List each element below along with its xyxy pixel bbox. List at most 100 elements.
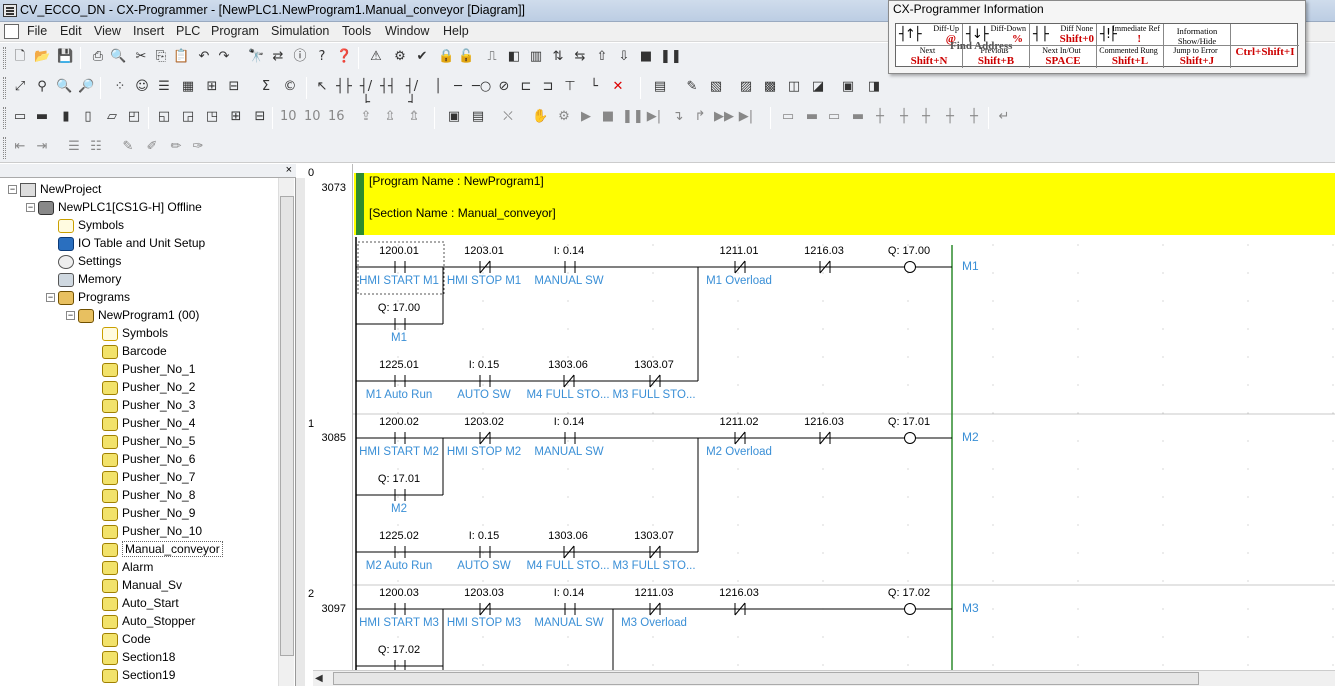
warning-icon[interactable]: ⚠ [368,49,384,65]
tree-item[interactable]: Pusher_No_4 [102,414,195,432]
tree-item[interactable]: Auto_Stopper [102,612,195,630]
menu-edit[interactable]: Edit [60,24,82,38]
ci-icon[interactable]: © [282,79,298,95]
download-icon[interactable]: ⇩ [616,49,632,65]
lock-icon[interactable]: 🔒 [438,49,454,65]
immediate-ref-cell[interactable]: ┤!├ Immediate Ref! [1097,24,1164,46]
zoom-icon[interactable]: ⚲ [34,79,50,95]
delete-line-icon[interactable]: ✕ [610,79,626,95]
coil-icon[interactable]: ─○ [472,79,491,95]
delete-col-icon[interactable]: ▬ [850,109,866,125]
stop-sim-icon[interactable]: ■ [600,109,616,125]
splitter[interactable] [296,178,305,686]
symbols-table-icon[interactable]: ⊞ [228,109,244,125]
radix-16-icon[interactable]: 16 [328,109,345,125]
tree-item[interactable]: Pusher_No_1 [102,360,195,378]
run-end-icon[interactable]: ▶| [738,109,754,125]
info-show-hide-cell[interactable]: Information Show/Hide [1164,24,1231,46]
tree-item[interactable]: Code [102,630,151,648]
online-icon[interactable]: ⎍ [484,49,500,65]
menu-program[interactable]: Program [211,24,259,38]
watch-window-icon[interactable]: ◰ [126,109,142,125]
collapse-icon[interactable]: − [46,293,55,302]
pause-icon[interactable]: ❚❚ [660,49,682,65]
window-alt-icon[interactable]: ▬ [34,109,50,125]
context-help-icon[interactable]: ❓ [336,49,352,65]
watch-icon[interactable]: ▤ [652,79,668,95]
step-run-icon[interactable]: ▶| [646,109,662,125]
scroll-left-icon[interactable]: ◀ [315,673,323,684]
tree-item[interactable]: Barcode [102,342,167,360]
seal-in-contact[interactable] [394,660,406,670]
force-icon[interactable]: ▣ [840,79,856,95]
network-d-icon[interactable]: ┼ [966,109,982,125]
network-alt-icon[interactable]: ┼ [896,109,912,125]
zoom-fit-icon[interactable]: ⤢ [12,79,28,95]
tree-item[interactable]: Manual_conveyor [102,540,223,558]
tree-item[interactable]: Symbols [102,324,168,342]
tree-item[interactable]: Section18 [102,648,175,666]
tree-scrollbar[interactable] [278,178,294,686]
comment-icon[interactable]: ☺ [134,79,150,95]
grid-icon[interactable]: ⁘ [112,79,128,95]
network-icon[interactable]: ┼ [872,109,888,125]
outdent-icon[interactable]: ⇥ [34,139,50,155]
tree-item[interactable]: Pusher_No_3 [102,396,195,414]
app-icon[interactable] [3,4,17,17]
stop-icon[interactable]: ■ [638,49,654,65]
tree-item[interactable]: Pusher_No_9 [102,504,195,522]
tree-item[interactable]: Pusher_No_8 [102,486,195,504]
insert-col-icon[interactable]: ▬ [804,109,820,125]
sim-icon[interactable]: ▣ [446,109,462,125]
help-icon[interactable]: ? [314,49,330,65]
contact-no-icon[interactable]: ┤├ [336,79,352,95]
sim-hand-icon[interactable]: ✋ [532,109,548,125]
undo-icon[interactable]: ↶ [196,49,212,65]
monitor-icon[interactable]: ◧ [506,49,522,65]
layout-alt-icon[interactable]: ▯ [80,109,96,125]
step-out-icon[interactable]: ↱ [692,109,708,125]
print-icon[interactable]: ⎙ [90,49,106,65]
document-icon[interactable] [4,24,19,39]
tree-item[interactable]: Settings [58,252,121,270]
redo-icon[interactable]: ↷ [216,49,232,65]
indent-icon[interactable]: ⇤ [12,139,28,155]
layout-icon[interactable]: ▮ [58,109,74,125]
hscroll-thumb[interactable] [333,672,1199,685]
output-coil[interactable] [904,261,916,273]
set-value-icon[interactable]: ◨ [866,79,882,95]
tree-item[interactable]: Manual_Sv [102,576,182,594]
menu-tools[interactable]: Tools [342,24,371,38]
radix-10s-icon[interactable]: 10 [304,109,321,125]
zoom-out-icon[interactable]: 🔎 [78,79,94,95]
cross-ref-icon[interactable]: ▧ [708,79,724,95]
network-c-icon[interactable]: ┼ [942,109,958,125]
rung-icon[interactable]: ⊤ [562,79,578,95]
cancel-edit-icon[interactable]: ▩ [762,79,778,95]
collapse-icon[interactable]: − [26,203,35,212]
tree-alt-icon[interactable]: ⊟ [226,79,242,95]
tree-item[interactable]: Pusher_No_10 [102,522,202,540]
menu-insert[interactable]: Insert [133,24,164,38]
pen-alt-icon[interactable]: ✐ [144,139,160,155]
menu-view[interactable]: View [94,24,121,38]
list-icon[interactable]: ☰ [156,79,172,95]
compile-icon[interactable]: ⚙ [392,49,408,65]
hline-icon[interactable]: ─ [450,79,466,95]
copy-icon[interactable]: ⎘ [153,49,169,65]
step-in-icon[interactable]: ↴ [670,109,686,125]
cut-icon[interactable]: ✂ [133,49,149,65]
close-icon[interactable]: × [286,164,292,176]
diff-none-cell[interactable]: ┤ ├ Diff None Shift+0 [1030,24,1097,46]
coil-nc-icon[interactable]: ⊘ [496,79,512,95]
edit-icon[interactable]: ✎ [684,79,700,95]
step-icon[interactable]: ⇪ [358,109,374,125]
tree-item[interactable]: Symbols [58,216,124,234]
save-icon[interactable]: 💾 [57,49,73,65]
tree-item[interactable]: NewProgram1 (00) [78,306,199,324]
play-icon[interactable]: ▶ [578,109,594,125]
find-icon[interactable]: 🔭 [248,49,264,65]
tree-item[interactable]: IO Table and Unit Setup [58,234,205,252]
menu-plc[interactable]: PLC [176,24,200,38]
upload-icon[interactable]: ⇧ [594,49,610,65]
